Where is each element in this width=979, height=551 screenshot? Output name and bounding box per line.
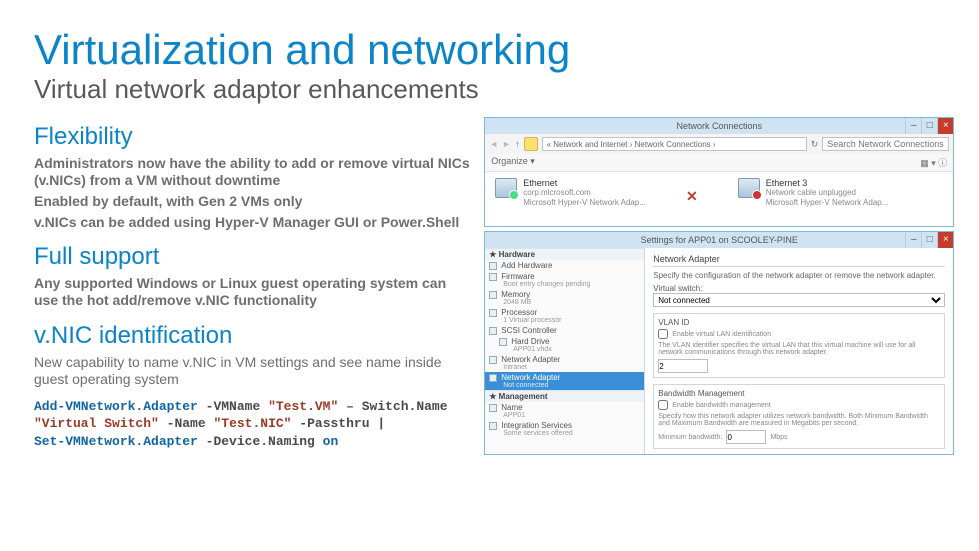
slide-title: Virtualization and networking xyxy=(34,28,945,72)
nic-eth-domain: corp.microsoft.com xyxy=(523,188,646,197)
nc-titlebar[interactable]: Network Connections – □ × xyxy=(485,118,953,134)
code-testnic: "Test.NIC" xyxy=(213,416,291,431)
nic-eth-adapter: Microsoft Hyper-V Network Adap... xyxy=(523,198,646,207)
vlan-text: The VLAN identifier specifies the virtua… xyxy=(658,342,940,356)
vswitch-label: Virtual switch: xyxy=(653,284,945,293)
nav-up-icon[interactable]: ↑ xyxy=(515,139,520,149)
folder-icon xyxy=(524,137,538,151)
maximize-button[interactable]: □ xyxy=(921,232,937,248)
settings-title: Settings for APP01 on SCOOLEY-PINE xyxy=(641,235,798,245)
nic-eth-name: Ethernet xyxy=(523,178,646,188)
bw-unit: Mbps xyxy=(770,434,787,441)
bw-text: Specify how this network adapter utilize… xyxy=(658,413,940,427)
code-on: on xyxy=(323,434,339,449)
bw-chk-label: Enable bandwidth management xyxy=(672,402,770,409)
tree-processor[interactable]: Processor1 Virtual processor xyxy=(485,307,644,325)
close-button[interactable]: × xyxy=(937,118,953,134)
settings-titlebar[interactable]: Settings for APP01 on SCOOLEY-PINE – □ × xyxy=(485,232,953,248)
organize-menu[interactable]: Organize ▾ xyxy=(491,156,535,169)
full-p1: Any supported Windows or Linux guest ope… xyxy=(34,275,470,309)
settings-form: Network Adapter Specify the configuratio… xyxy=(645,248,953,454)
form-desc: Specify the configuration of the network… xyxy=(653,271,945,280)
flex-p2: Enabled by default, with Gen 2 VMs only xyxy=(34,193,470,210)
nav-fwd-icon[interactable]: ► xyxy=(502,139,511,149)
slide-subtitle: Virtual network adaptor enhancements xyxy=(34,74,945,105)
nic-ethernet[interactable]: Ethernet corp.microsoft.com Microsoft Hy… xyxy=(495,178,646,207)
nic-icon xyxy=(738,178,760,198)
breadcrumb[interactable]: « Network and Internet › Network Connect… xyxy=(542,137,807,151)
code-vmname: -VMName xyxy=(206,399,261,414)
bw-heading: Bandwidth Management xyxy=(658,389,940,398)
minimize-button[interactable]: – xyxy=(905,232,921,248)
tree-integration[interactable]: Integration ServicesSome services offere… xyxy=(485,420,644,438)
tree-harddrive[interactable]: Hard DriveAPP01.vhdx xyxy=(485,336,644,354)
tree-netadapter-1[interactable]: Network AdapterIntranet xyxy=(485,354,644,372)
vlan-chk-label: Enable virtual LAN identification xyxy=(672,331,771,338)
code-cmd2: Set-VMNetwork.Adapter xyxy=(34,434,198,449)
nic-eth3-adapter: Microsoft Hyper-V Network Adap... xyxy=(766,198,889,207)
vm-settings-window: Settings for APP01 on SCOOLEY-PINE – □ ×… xyxy=(484,231,954,455)
vlan-heading: VLAN ID xyxy=(658,318,940,327)
view-icons[interactable]: ▦ ▾ ⓘ xyxy=(920,156,947,169)
bw-min-label: Minimum bandwidth: xyxy=(658,434,722,441)
tree-name[interactable]: NameAPP01 xyxy=(485,402,644,420)
flex-p1: Administrators now have the ability to a… xyxy=(34,155,470,189)
nc-title: Network Connections xyxy=(676,121,762,131)
code-devicenaming: -Device.Naming xyxy=(206,434,315,449)
code-passthru: -Passthru xyxy=(299,416,369,431)
vlan-box: VLAN ID Enable virtual LAN identificatio… xyxy=(653,313,945,378)
left-column: Flexibility Administrators now have the … xyxy=(34,117,470,541)
nic-ethernet3[interactable]: Ethernet 3 Network cable unplugged Micro… xyxy=(738,178,889,207)
maximize-button[interactable]: □ xyxy=(921,118,937,134)
nic-eth3-name: Ethernet 3 xyxy=(766,178,889,188)
vlan-checkbox[interactable] xyxy=(658,329,668,339)
code-cmd1: Add-VMNetwork.Adapter xyxy=(34,399,198,414)
section-flexibility-heading: Flexibility xyxy=(34,123,470,151)
nav-back-icon[interactable]: ◄ xyxy=(489,139,498,149)
tree-management-group: ★ Management xyxy=(485,390,644,402)
section-vnic-heading: v.NIC identification xyxy=(34,322,470,350)
code-name: -Name xyxy=(167,416,206,431)
settings-tree: ★ Hardware Add Hardware FirmwareBoot ent… xyxy=(485,248,645,454)
code-pipe: | xyxy=(377,416,385,431)
code-dash: – xyxy=(346,399,354,414)
nic-icon xyxy=(495,178,517,198)
red-x-icon: ✕ xyxy=(686,188,698,207)
code-vswitch: "Virtual Switch" xyxy=(34,416,159,431)
right-column: Network Connections – □ × ◄ ► ↑ « Networ… xyxy=(484,117,945,541)
form-header: Network Adapter xyxy=(653,254,945,267)
bw-checkbox[interactable] xyxy=(658,400,668,410)
tree-firmware[interactable]: FirmwareBoot entry changes pending xyxy=(485,271,644,289)
nic-eth3-status: Network cable unplugged xyxy=(766,188,889,197)
powershell-code: Add-VMNetwork.Adapter -VMName "Test.VM" … xyxy=(34,398,470,451)
nc-toolbar: Organize ▾ ▦ ▾ ⓘ xyxy=(485,154,953,172)
tree-netadapter-2[interactable]: Network AdapterNot connected xyxy=(485,372,644,390)
nc-address-bar: ◄ ► ↑ « Network and Internet › Network C… xyxy=(485,134,953,154)
bw-min-input[interactable] xyxy=(726,430,766,444)
section-fullsupport-heading: Full support xyxy=(34,243,470,271)
tree-scsi[interactable]: SCSI Controller xyxy=(485,325,644,336)
code-testvm: "Test.VM" xyxy=(268,399,338,414)
vswitch-select[interactable]: Not connected xyxy=(653,293,945,307)
minimize-button[interactable]: – xyxy=(905,118,921,134)
vlan-id-input[interactable] xyxy=(658,359,708,373)
close-button[interactable]: × xyxy=(937,232,953,248)
tree-memory[interactable]: Memory2048 MB xyxy=(485,289,644,307)
bandwidth-box: Bandwidth Management Enable bandwidth ma… xyxy=(653,384,945,449)
network-connections-window: Network Connections – □ × ◄ ► ↑ « Networ… xyxy=(484,117,954,227)
flex-p3: v.NICs can be added using Hyper-V Manage… xyxy=(34,214,470,231)
tree-add-hardware[interactable]: Add Hardware xyxy=(485,260,644,271)
refresh-icon[interactable]: ↻ xyxy=(811,139,819,150)
search-input[interactable] xyxy=(822,137,949,151)
vnic-p1: New capability to name v.NIC in VM setti… xyxy=(34,354,470,388)
tree-hardware-group: ★ Hardware xyxy=(485,248,644,260)
code-switchname: Switch.Name xyxy=(362,399,448,414)
